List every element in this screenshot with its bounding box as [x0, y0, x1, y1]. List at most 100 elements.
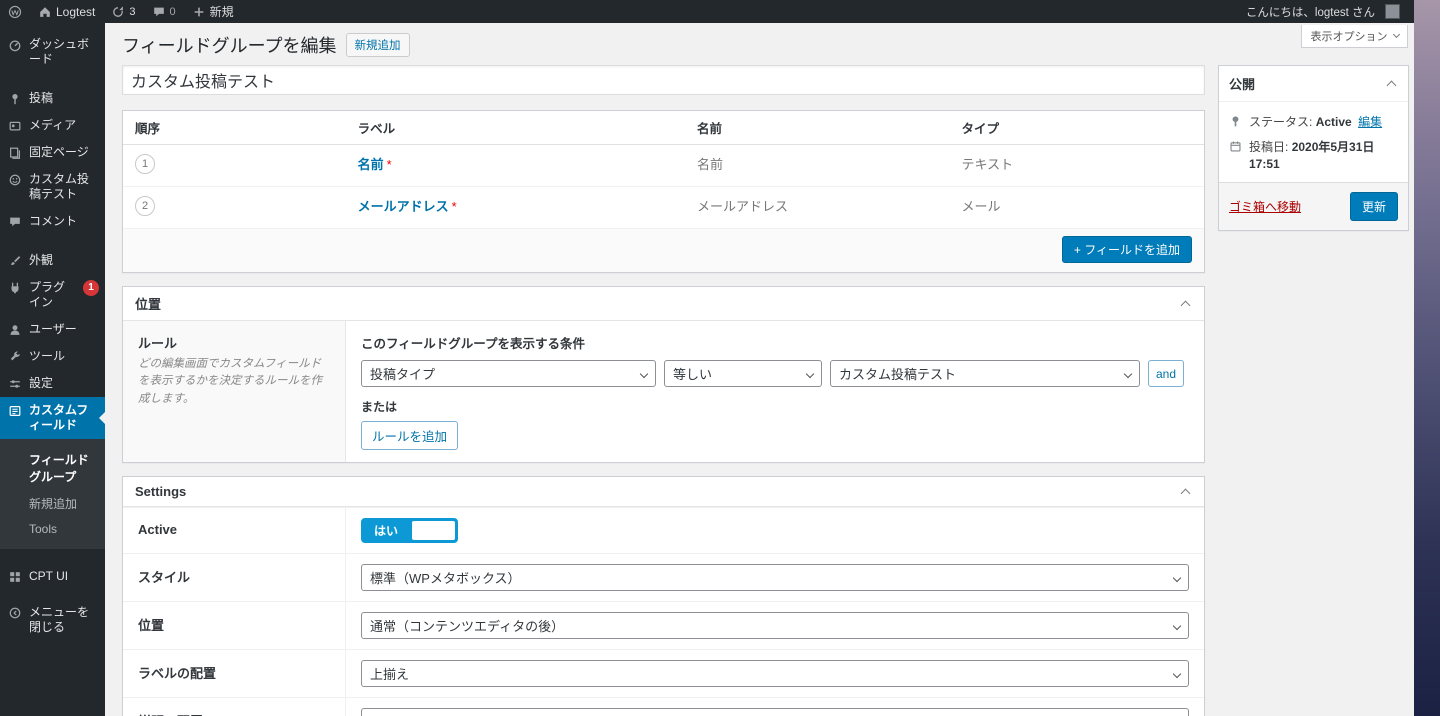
rules-controls-cell: このフィールドグループを表示する条件 投稿タイプ 等しい カスタム投稿テスト a…	[346, 321, 1204, 462]
location-box-body: ルール どの編集画面でカスタムフィールドを表示するかを決定するルールを作成します…	[123, 321, 1204, 462]
setting-row-style: スタイル 標準（WPメタボックス）	[123, 553, 1204, 601]
wordpress-logo-menu[interactable]	[0, 0, 30, 23]
collapse-icon	[8, 606, 22, 620]
status-edit-link[interactable]: 編集	[1358, 115, 1382, 129]
status-pin-icon	[1229, 115, 1242, 128]
submenu-item-field-groups[interactable]: フィールドグループ	[0, 446, 105, 490]
active-toggle[interactable]: はい	[361, 518, 459, 543]
avatar	[1385, 4, 1400, 19]
plugin-update-badge: 1	[83, 280, 99, 296]
account-menu[interactable]: こんにちは、logtest さん	[1238, 0, 1408, 23]
update-button[interactable]: 更新	[1349, 192, 1398, 222]
col-header-type: タイプ	[949, 111, 1204, 145]
rule-row: 投稿タイプ 等しい カスタム投稿テスト and	[361, 360, 1189, 387]
media-icon	[8, 119, 22, 133]
chevron-down-icon	[1172, 573, 1182, 583]
add-new-button[interactable]: 新規追加	[345, 33, 410, 57]
and-button[interactable]: and	[1148, 360, 1185, 387]
greeting-text: こんにちは、logtest さん	[1245, 6, 1375, 19]
sidebar-item-dashboard[interactable]: ダッシュボード	[0, 31, 105, 73]
updates-menu[interactable]: 3	[103, 0, 143, 23]
site-name-menu[interactable]: Logtest	[30, 0, 103, 23]
pushpin-icon	[8, 92, 22, 106]
sidebar-item-settings[interactable]: 設定	[0, 370, 105, 397]
position-value: 通常（コンテンツエディタの後）	[370, 619, 565, 634]
sidebar-item-media[interactable]: メディア	[0, 112, 105, 139]
field-name-cell: 名前	[684, 144, 950, 187]
sidebar-label: ツール	[29, 349, 66, 363]
field-order-handle[interactable]: 1	[135, 154, 155, 174]
settings-box-title: Settings	[135, 484, 187, 499]
col-header-label: ラベル	[345, 111, 685, 145]
new-content-menu[interactable]: 新規	[184, 0, 242, 23]
move-to-trash-link[interactable]: ゴミ箱へ移動	[1229, 198, 1301, 215]
admin-bar-right: こんにちは、logtest さん	[1238, 0, 1414, 23]
required-asterisk: *	[386, 157, 392, 172]
comments-menu[interactable]: 0	[144, 0, 184, 23]
screen-options-tab[interactable]: 表示オプション	[1301, 25, 1408, 48]
user-icon	[8, 323, 22, 337]
sidebar-item-tools[interactable]: ツール	[0, 343, 105, 370]
comment-bubble-icon	[152, 5, 166, 19]
instruction-placement-value: ラベルの下	[370, 712, 435, 716]
grid-icon	[8, 570, 22, 584]
field-group-title-input[interactable]	[122, 65, 1205, 95]
paintbrush-icon	[8, 254, 22, 268]
rule-value-value: カスタム投稿テスト	[839, 367, 957, 382]
col-header-name: 名前	[684, 111, 950, 145]
main-column: フィールドグループを編集 新規追加 順序 ラベル 名前 タイプ	[122, 32, 1205, 716]
pages-icon	[8, 146, 22, 160]
sidebar-item-posts[interactable]: 投稿	[0, 85, 105, 112]
page-title: フィールドグループを編集	[122, 36, 337, 56]
status-label: ステータス:	[1249, 115, 1313, 129]
settings-box: Settings Active はい スタイル 標準（WPメタボックス） 位置 …	[122, 476, 1205, 716]
setting-row-position: 位置 通常（コンテンツエディタの後）	[123, 601, 1204, 649]
sidebar-item-appearance[interactable]: 外観	[0, 247, 105, 274]
field-label-link[interactable]: メールアドレス	[358, 199, 449, 214]
active-label: Active	[138, 522, 178, 537]
collapse-toggle-icon[interactable]	[1180, 488, 1191, 499]
submenu-item-add-new[interactable]: 新規追加	[0, 490, 105, 517]
rules-label-cell: ルール どの編集画面でカスタムフィールドを表示するかを決定するルールを作成します…	[123, 321, 346, 462]
rule-param-select[interactable]: 投稿タイプ	[361, 360, 656, 387]
add-field-button[interactable]: + フィールドを追加	[1061, 236, 1192, 263]
sidebar-item-pages[interactable]: 固定ページ	[0, 139, 105, 166]
comment-bubble-icon	[8, 215, 22, 229]
sidebar-item-plugins[interactable]: プラグイン 1	[0, 274, 105, 316]
sidebar-label: 投稿	[29, 91, 54, 105]
collapse-menu-button[interactable]: メニューを閉じる	[0, 599, 105, 641]
site-name: Logtest	[56, 4, 96, 19]
fields-table: 順序 ラベル 名前 タイプ 1 名前 * 名前 テキスト 2 メールアドレス *…	[123, 111, 1204, 229]
field-type-cell: テキスト	[949, 144, 1204, 187]
style-value: 標準（WPメタボックス）	[370, 571, 521, 586]
sidebar-item-custom-post-test[interactable]: カスタム投稿テスト	[0, 166, 105, 208]
sidebar-item-custom-fields[interactable]: カスタムフィールド	[0, 397, 106, 439]
sidebar-item-users[interactable]: ユーザー	[0, 316, 105, 343]
publish-box-title: 公開	[1229, 77, 1256, 92]
position-label: 位置	[138, 618, 165, 633]
field-label-link[interactable]: 名前	[358, 157, 384, 172]
rule-operator-value: 等しい	[673, 367, 713, 382]
submenu-item-tools[interactable]: Tools	[0, 517, 105, 541]
sidebar-label: 外観	[29, 253, 54, 267]
field-name-cell: メールアドレス	[684, 186, 950, 229]
label-placement-select[interactable]: 上揃え	[361, 660, 1189, 687]
rule-operator-select[interactable]: 等しい	[664, 360, 822, 387]
sidebar-label: カスタム投稿テスト	[29, 172, 90, 201]
instruction-placement-select[interactable]: ラベルの下	[361, 708, 1189, 716]
sidebar-item-cpt-ui[interactable]: CPT UI	[0, 563, 105, 590]
style-select[interactable]: 標準（WPメタボックス）	[361, 564, 1189, 591]
field-order-handle[interactable]: 2	[135, 196, 155, 216]
position-select[interactable]: 通常（コンテンツエディタの後）	[361, 612, 1189, 639]
rule-value-select[interactable]: カスタム投稿テスト	[830, 360, 1140, 387]
sidebar-item-comments[interactable]: コメント	[0, 208, 105, 235]
status-value: Active	[1315, 115, 1352, 129]
admin-bar: Logtest 3 0 新規 こんにちは、logtest さん	[0, 0, 1414, 23]
wrench-icon	[8, 350, 22, 364]
collapse-toggle-icon[interactable]	[1180, 300, 1191, 311]
calendar-icon	[1229, 140, 1242, 153]
add-rule-button[interactable]: ルールを追加	[361, 421, 459, 450]
collapse-toggle-icon[interactable]	[1386, 80, 1397, 91]
date-label: 投稿日:	[1249, 139, 1289, 154]
publish-box-body: ステータス: Active 編集 投稿日: 2020年5月31日 17:51	[1219, 102, 1408, 182]
